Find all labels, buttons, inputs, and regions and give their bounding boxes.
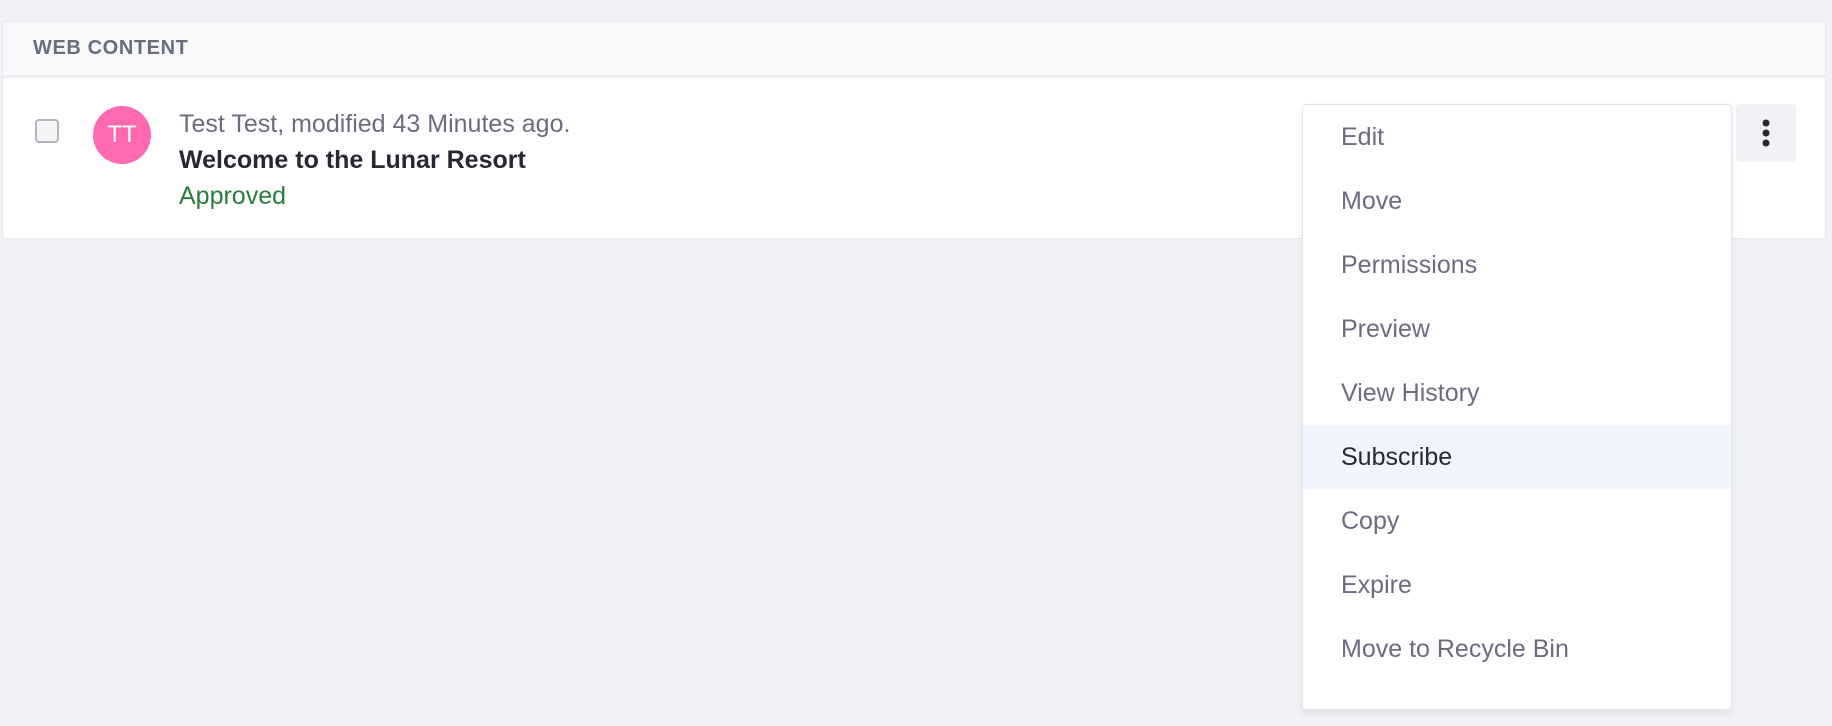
entry-checkbox[interactable] (35, 119, 59, 143)
menu-item-permissions[interactable]: Permissions (1303, 233, 1731, 297)
menu-item-move[interactable]: Move (1303, 169, 1731, 233)
menu-item-edit[interactable]: Edit (1303, 105, 1731, 169)
panel-header: WEB CONTENT (3, 22, 1825, 78)
menu-item-subscribe[interactable]: Subscribe (1303, 425, 1731, 489)
entry-title[interactable]: Welcome to the Lunar Resort (179, 142, 570, 178)
menu-item-view-history[interactable]: View History (1303, 361, 1731, 425)
avatar: TT (93, 106, 151, 164)
entry-meta: Test Test, modified 43 Minutes ago. (179, 110, 571, 138)
avatar-initials: TT (107, 121, 137, 148)
actions-dropdown-menu: Edit Move Permissions Preview View Histo… (1302, 104, 1732, 710)
actions-button[interactable] (1736, 104, 1796, 162)
menu-item-expire[interactable]: Expire (1303, 553, 1731, 617)
menu-item-move-to-recycle-bin[interactable]: Move to Recycle Bin (1303, 617, 1731, 681)
vertical-ellipsis-icon (1762, 119, 1770, 147)
panel-header-title: WEB CONTENT (33, 37, 189, 59)
menu-item-preview[interactable]: Preview (1303, 297, 1731, 361)
menu-item-copy[interactable]: Copy (1303, 489, 1731, 553)
entry-text: Test Test, modified 43 Minutes ago. Welc… (179, 106, 570, 214)
entry-status: Approved (179, 182, 287, 210)
